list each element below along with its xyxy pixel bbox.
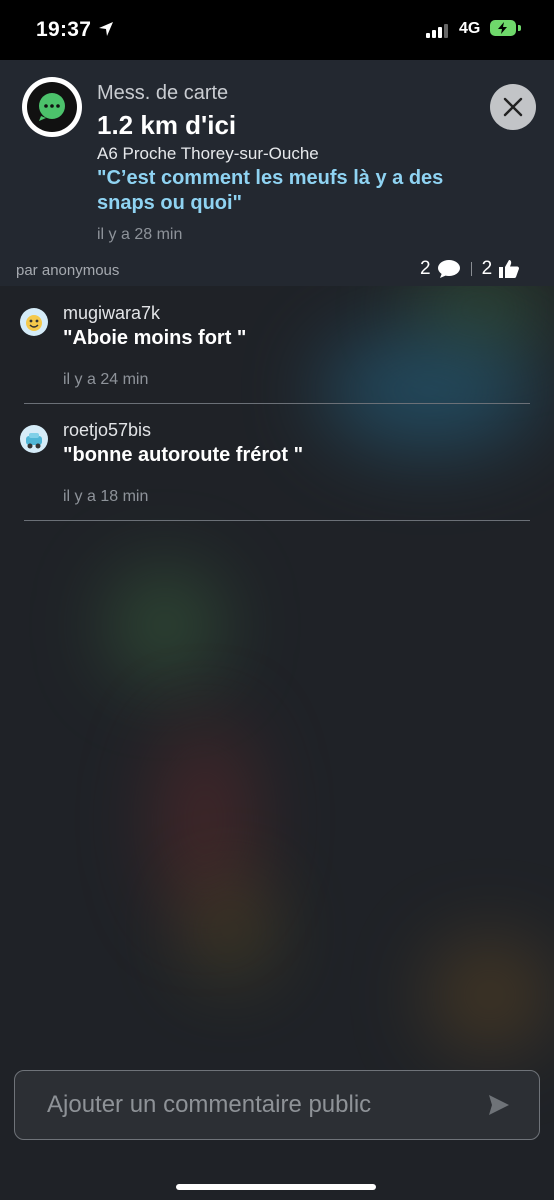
comment-text: "Aboie moins fort " bbox=[63, 327, 247, 349]
comment-input[interactable]: Ajouter un commentaire public bbox=[14, 1070, 540, 1140]
comment-username: roetjo57bis bbox=[63, 420, 152, 440]
comment-time: il y a 24 min bbox=[63, 371, 149, 388]
divider bbox=[24, 520, 530, 521]
map-blur bbox=[160, 720, 250, 920]
battery-cap bbox=[518, 25, 521, 31]
divider bbox=[24, 403, 530, 404]
network-type: 4G bbox=[459, 20, 481, 37]
map-blur bbox=[320, 330, 540, 450]
thumbs-up-icon[interactable] bbox=[498, 259, 520, 279]
likes-count: 2 bbox=[481, 258, 493, 279]
avatar bbox=[20, 425, 48, 453]
comment-icon[interactable] bbox=[437, 259, 461, 279]
map-blur bbox=[430, 940, 550, 1050]
comment-username: mugiwara7k bbox=[63, 303, 161, 323]
map-blur bbox=[410, 280, 550, 340]
send-icon[interactable] bbox=[487, 1093, 511, 1117]
close-button[interactable] bbox=[490, 84, 536, 130]
status-bar: 19:37 4G bbox=[0, 0, 554, 60]
close-icon bbox=[503, 97, 523, 117]
alert-message: "C’est comment les meufs là y a des snap… bbox=[97, 167, 444, 214]
signal-icon bbox=[426, 22, 448, 38]
alert-location: A6 Proche Thorey-sur-Ouche bbox=[97, 144, 319, 163]
comment-time: il y a 18 min bbox=[63, 488, 149, 505]
clock: 19:37 bbox=[36, 18, 92, 41]
home-indicator bbox=[176, 1184, 376, 1190]
alert-author: par anonymous bbox=[16, 262, 120, 279]
comment-input-placeholder: Ajouter un commentaire public bbox=[47, 1091, 372, 1118]
battery-icon bbox=[490, 20, 516, 36]
location-arrow-icon bbox=[99, 22, 113, 36]
alert-stats: 2 2 bbox=[420, 258, 520, 280]
alert-distance: 1.2 km d'ici bbox=[97, 110, 237, 140]
map-blur bbox=[110, 570, 220, 680]
avatar bbox=[20, 308, 48, 336]
alert-time: il y a 28 min bbox=[97, 226, 183, 243]
alert-type: Mess. de carte bbox=[97, 82, 229, 104]
comment-text: "bonne autoroute frérot " bbox=[63, 444, 304, 466]
map-blur bbox=[190, 880, 270, 980]
chat-bubble-icon bbox=[22, 77, 82, 137]
comments-count: 2 bbox=[420, 258, 431, 279]
